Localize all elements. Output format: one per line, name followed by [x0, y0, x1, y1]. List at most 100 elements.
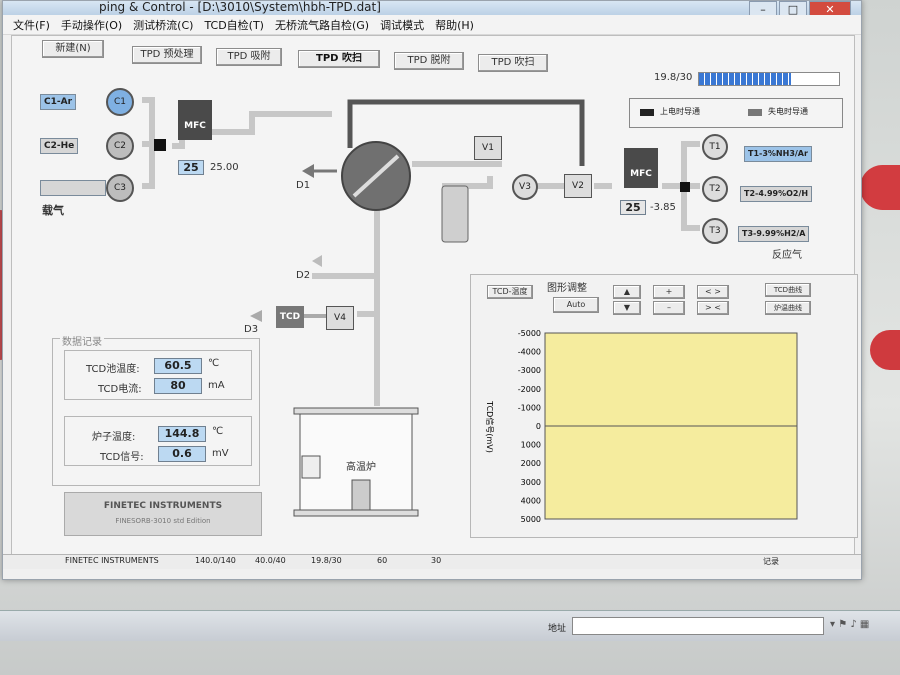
- furnace-temp-unit: ℃: [212, 426, 224, 437]
- zoom-up-button[interactable]: ▲: [613, 285, 641, 299]
- y-tick-label: 5000: [521, 515, 541, 524]
- chart-panel: TCD-温度 图形调整 Auto ▲ ▼ + – < > > < TCD曲线 炉…: [470, 274, 858, 538]
- outlet-d2: D2: [296, 270, 311, 281]
- tcd-current-label: TCD电流:: [98, 384, 142, 395]
- gas-label-c2: C2-He: [40, 138, 79, 154]
- main-panel: 新建(N) TPD 预处理 TPD 吸附 TPD 吹扫 TPD 脱附 TPD 吹…: [11, 35, 858, 555]
- tcd-signal-label: TCD信号:: [100, 452, 144, 463]
- status-cell-1: 140.0/140: [195, 556, 236, 565]
- graph-adjust-label: 图形调整: [547, 283, 587, 294]
- arrow-d2-head: [312, 255, 322, 267]
- mfc1-icon[interactable]: MFC: [178, 100, 212, 140]
- mfc2-set-value[interactable]: 25: [620, 200, 646, 215]
- menu-gas-check[interactable]: 无桥流气路自检(G): [275, 17, 369, 33]
- arrow-d1-head: [302, 164, 314, 178]
- reactive-valve-block: [680, 182, 690, 192]
- narrow-button[interactable]: > <: [697, 301, 729, 315]
- arrow-d3-head: [250, 310, 262, 322]
- gas-label-c3: [40, 180, 106, 196]
- valve-v2[interactable]: V2: [564, 174, 592, 198]
- menu-debug[interactable]: 调试模式: [380, 17, 424, 33]
- y-axis-label: TCD信号(mV): [485, 400, 495, 453]
- tcd-block[interactable]: TCD: [276, 306, 304, 328]
- y-tick-label: 1000: [521, 441, 541, 450]
- status-brand: FINETEC INSTRUMENTS: [65, 556, 159, 565]
- y-tick-label: 2000: [521, 459, 541, 468]
- tcd-signal-unit: mV: [212, 448, 229, 459]
- tcd-chart: -5000 -4000 -3000 -2000 -1000 0 1000 2000 3000 40…: [485, 329, 798, 524]
- reactive-gas-label: 反应气: [772, 250, 802, 261]
- inlet-valve-block: [154, 139, 166, 151]
- y-tick-label: -5000: [518, 329, 541, 338]
- hand-right: [860, 165, 900, 210]
- brand-model: FINESORB-3010 std Edition: [115, 517, 211, 525]
- gas-source-c2[interactable]: C2: [106, 132, 134, 160]
- menu-help[interactable]: 帮助(H): [435, 17, 474, 33]
- status-cell-4: 60: [377, 556, 388, 565]
- outlet-d3: D3: [244, 324, 259, 335]
- mfc1-actual-value: 25.00: [210, 162, 239, 173]
- tcd-curve-button[interactable]: TCD曲线: [765, 283, 811, 297]
- menu-bridge[interactable]: 测试桥流(C): [133, 17, 193, 33]
- reactive-label-t2: T2-4.99%O2/H: [740, 186, 813, 202]
- furnace-curve-button[interactable]: 炉温曲线: [765, 301, 811, 315]
- furnace-top: [293, 407, 419, 415]
- tray-icons[interactable]: ▾ ⚑ ♪ ▦: [830, 619, 890, 633]
- reactive-source-t1[interactable]: T1: [702, 134, 728, 160]
- auto-button[interactable]: Auto: [553, 297, 599, 313]
- data-record-title: 数据记录: [60, 333, 104, 348]
- gas-source-c1[interactable]: C1: [106, 88, 134, 116]
- valve-v3[interactable]: V3: [512, 174, 538, 200]
- tcd-current-value: 80: [154, 378, 202, 394]
- plus-button[interactable]: +: [653, 285, 685, 299]
- menu-manual[interactable]: 手动操作(O): [61, 17, 122, 33]
- mfc2-icon[interactable]: MFC: [624, 148, 658, 188]
- titlebar: ping & Control - [D:\3010\System\hbh-TPD…: [3, 0, 861, 21]
- furnace-label: 高温炉: [346, 462, 376, 473]
- tcd-temp-label: TCD池温度:: [86, 364, 140, 375]
- furnace-bottom: [293, 509, 419, 517]
- status-cell-5: 30: [431, 556, 442, 565]
- tcd-temp-unit: ℃: [208, 358, 220, 369]
- minus-button[interactable]: –: [653, 301, 685, 315]
- status-cell-2: 40.0/40: [255, 556, 286, 565]
- gas-source-c3[interactable]: C3: [106, 174, 134, 202]
- y-tick-label: -2000: [518, 385, 541, 394]
- tcd-current-unit: mA: [208, 380, 225, 391]
- taskbar: 地址 ▾ ⚑ ♪ ▦: [0, 610, 900, 641]
- menu-file[interactable]: 文件(F): [13, 17, 50, 33]
- cold-trap: [441, 185, 469, 243]
- app-window: ping & Control - [D:\3010\System\hbh-TPD…: [2, 0, 862, 580]
- brand-box: FINETEC INSTRUMENTS FINESORB-3010 std Ed…: [64, 492, 262, 536]
- window-title: ping & Control - [D:\3010\System\hbh-TPD…: [99, 0, 381, 14]
- status-right: 记录: [763, 557, 779, 566]
- valve-v1[interactable]: V1: [474, 136, 502, 160]
- brand-name: FINETEC INSTRUMENTS: [103, 501, 223, 511]
- y-tick-label: -4000: [518, 348, 541, 357]
- furnace-temp-value: 144.8: [158, 426, 206, 442]
- widen-button[interactable]: < >: [697, 285, 729, 299]
- outlet-d1: D1: [296, 180, 311, 191]
- mfc1-set-value[interactable]: 25: [178, 160, 204, 175]
- y-tick-label: -3000: [518, 366, 541, 375]
- zoom-down-button[interactable]: ▼: [613, 301, 641, 315]
- furnace-door: [301, 455, 321, 479]
- furnace-sample: [351, 479, 371, 511]
- reactive-source-t2[interactable]: T2: [702, 176, 728, 202]
- menu-tcd-check[interactable]: TCD自检(T): [204, 17, 264, 33]
- valve-v4[interactable]: V4: [326, 306, 354, 330]
- tcd-signal-value: 0.6: [158, 446, 206, 462]
- furnace-temp-label: 炉子温度:: [92, 432, 136, 443]
- tcd-temp-button[interactable]: TCD-温度: [487, 285, 533, 299]
- carrier-gas-label: 载气: [42, 204, 64, 217]
- reactive-source-t3[interactable]: T3: [702, 218, 728, 244]
- tcd-temp-value: 60.5: [154, 358, 202, 374]
- y-tick-label: 4000: [521, 496, 541, 505]
- gas-label-c1: C1-Ar: [40, 94, 77, 110]
- y-tick-label: 0: [536, 422, 541, 431]
- address-input[interactable]: [572, 617, 824, 635]
- menu-bar: 文件(F) 手动操作(O) 测试桥流(C) TCD自检(T) 无桥流气路自检(G…: [3, 15, 861, 35]
- reactive-label-t1: T1-3%NH3/Ar: [744, 146, 812, 162]
- reactive-label-t3: T3-9.99%H2/A: [738, 226, 810, 242]
- y-tick-label: 3000: [521, 478, 541, 487]
